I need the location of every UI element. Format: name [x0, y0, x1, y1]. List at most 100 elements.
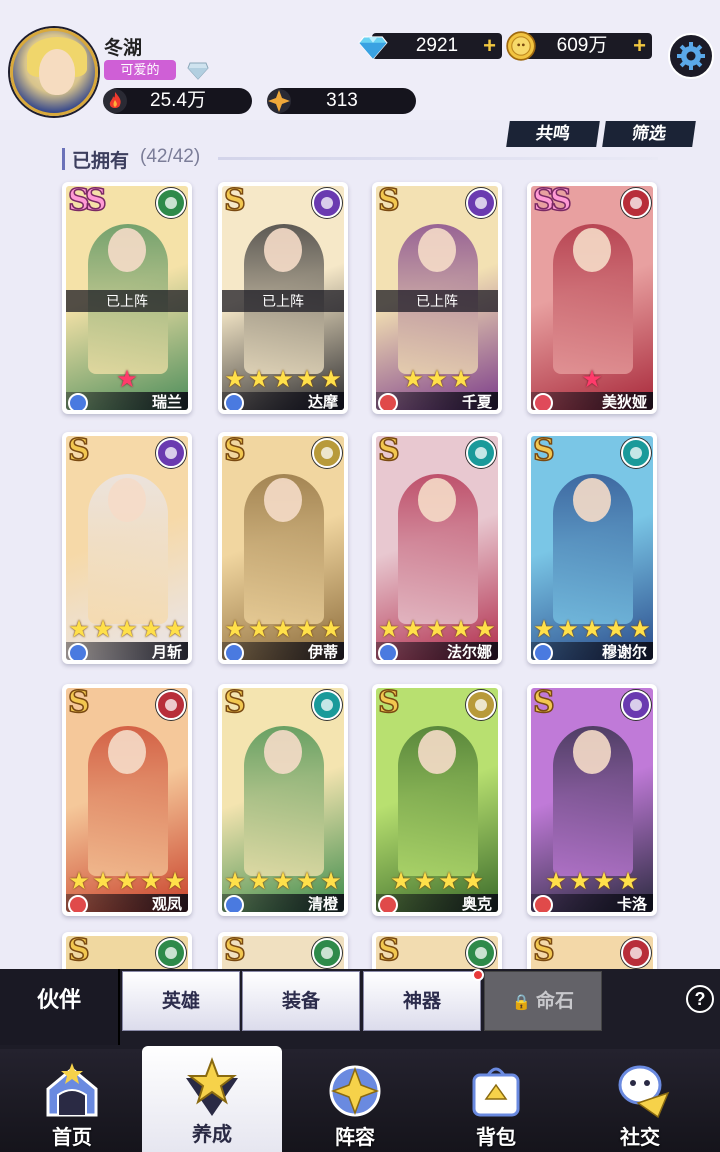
- tab-heroes[interactable]: 英雄: [122, 971, 240, 1031]
- owned-count: (42/42): [140, 146, 201, 167]
- star-rating: ★ ★ ★ ★ ★: [222, 368, 344, 392]
- hero-name: 卡洛: [616, 896, 647, 912]
- star-icon: ★: [224, 868, 246, 895]
- star-icon: ★: [593, 868, 615, 895]
- hero-card[interactable]: S ★ ★ ★ ★ 奥克: [372, 684, 502, 916]
- hero-card[interactable]: S ★ ★ ★ ★ ★ 观凤: [62, 684, 192, 916]
- hero-name-bar: 千夏: [376, 392, 498, 410]
- hero-card[interactable]: S 已上阵 ★ ★ ★ ★ ★ 达摩: [218, 182, 348, 414]
- lock-icon: 🔒: [512, 994, 531, 1011]
- star-icon: ★: [140, 868, 162, 895]
- class-icon: [68, 643, 88, 660]
- hero-portrait: SS 已上阵 ★ 瑞兰: [66, 186, 188, 410]
- star-rating: ★ ★ ★ ★: [531, 870, 653, 894]
- hero-name-bar: 法尔娜: [376, 642, 498, 660]
- hero-name: 美狄娅: [601, 394, 647, 410]
- star-icon: ★: [426, 366, 448, 393]
- hero-card[interactable]: S: [527, 932, 657, 970]
- tab-artifact[interactable]: 神器: [363, 969, 484, 1031]
- social-icon: [618, 1065, 670, 1119]
- class-icon: [533, 895, 553, 912]
- rarity-badge: S: [377, 436, 400, 468]
- hero-name-bar: 瑞兰: [66, 392, 188, 410]
- tab-artifact-label: 神器: [402, 991, 441, 1012]
- hero-card[interactable]: S ★ ★ ★ ★ ★ 法尔娜: [372, 432, 502, 664]
- hero-card[interactable]: S: [372, 932, 502, 970]
- rarity-badge: S: [67, 688, 90, 720]
- hero-card[interactable]: SS 已上阵 ★ 瑞兰: [62, 182, 192, 414]
- hero-name: 伊蒂: [307, 644, 338, 660]
- help-button[interactable]: ?: [686, 985, 714, 1013]
- class-icon: [533, 393, 553, 410]
- hero-portrait: S ★ ★ ★ ★ ★ 清橙: [222, 688, 344, 912]
- star-icon: ★: [450, 366, 472, 393]
- formation-icon: [329, 1065, 381, 1117]
- filter-button[interactable]: 筛选: [602, 121, 696, 147]
- star-icon: ★: [272, 366, 294, 393]
- hero-card[interactable]: S ★ ★ ★ ★ ★ 伊蒂: [218, 432, 348, 664]
- nav-cultivate[interactable]: 养成: [142, 1046, 282, 1152]
- owned-accent-bar: [62, 148, 65, 170]
- owned-divider: [218, 157, 658, 160]
- nav-formation[interactable]: 阵容: [285, 1049, 425, 1152]
- tab-fate-stone[interactable]: 🔒 命石: [484, 971, 602, 1031]
- rarity-badge: S: [223, 688, 246, 720]
- star-icon: ★: [164, 868, 186, 895]
- tab-equipment[interactable]: 装备: [242, 971, 360, 1031]
- star-icon: ★: [390, 868, 412, 895]
- hero-name-bar: 达摩: [222, 392, 344, 410]
- star-icon: ★: [402, 366, 424, 393]
- cultivate-icon: [186, 1057, 238, 1116]
- nature-faction-icon: [466, 938, 496, 968]
- hero-head: [418, 478, 456, 522]
- class-icon: [533, 643, 553, 660]
- hero-name: 瑞兰: [151, 394, 182, 410]
- nav-home[interactable]: 首页: [2, 1049, 142, 1152]
- star-icon: ★: [320, 868, 342, 895]
- nature-faction-icon: [156, 938, 186, 968]
- rarity-badge: S: [532, 436, 555, 468]
- water-faction-icon: [312, 690, 342, 720]
- star-icon: ★: [68, 868, 90, 895]
- star-icon: ★: [248, 616, 270, 643]
- star-rating: ★ ★ ★ ★ ★: [66, 618, 188, 642]
- star-icon: ★: [557, 616, 579, 643]
- hero-portrait: S: [376, 936, 498, 970]
- hero-name: 清橙: [307, 896, 338, 912]
- hero-card[interactable]: S ★ ★ ★ ★ ★ 月斩: [62, 432, 192, 664]
- class-icon: [68, 895, 88, 912]
- hero-portrait: S: [66, 936, 188, 970]
- hero-card[interactable]: S: [62, 932, 192, 970]
- hero-card[interactable]: S 已上阵 ★ ★ ★ 千夏: [372, 182, 502, 414]
- hero-card[interactable]: S ★ ★ ★ ★ ★ 穆谢尔: [527, 432, 657, 664]
- nav-bag[interactable]: 背包: [426, 1049, 566, 1152]
- hero-name: 观凤: [151, 896, 182, 912]
- hero-portrait: S: [531, 936, 653, 970]
- hero-portrait: S ★ ★ ★ ★ ★ 观凤: [66, 688, 188, 912]
- resonate-button[interactable]: 共鸣: [506, 121, 600, 147]
- bottom-navigation: 首页 养成 阵容 背包 社交: [0, 1046, 720, 1152]
- hero-portrait: SS ★ 美狄娅: [531, 186, 653, 410]
- nav-cultivate-label: 养成: [192, 1124, 232, 1146]
- nav-social[interactable]: 社交: [570, 1049, 710, 1152]
- hero-card[interactable]: S ★ ★ ★ ★ ★ 清橙: [218, 684, 348, 916]
- moon-faction-icon: [156, 438, 186, 468]
- star-icon: ★: [68, 616, 90, 643]
- hero-name-bar: 观凤: [66, 894, 188, 912]
- hero-card[interactable]: S ★ ★ ★ ★ 卡洛: [527, 684, 657, 916]
- hero-name-bar: 伊蒂: [222, 642, 344, 660]
- water-faction-icon: [621, 438, 651, 468]
- rarity-badge: S: [532, 936, 555, 968]
- star-icon: ★: [224, 366, 246, 393]
- star-icon: ★: [248, 366, 270, 393]
- hero-card[interactable]: S: [218, 932, 348, 970]
- rarity-badge: SS: [532, 186, 572, 218]
- hero-card[interactable]: SS ★ 美狄娅: [527, 182, 657, 414]
- star-icon: ★: [617, 868, 639, 895]
- tab-partners[interactable]: 伙伴: [0, 969, 120, 1045]
- hero-portrait: S: [222, 936, 344, 970]
- class-icon: [378, 895, 398, 912]
- nav-formation-label: 阵容: [335, 1127, 375, 1149]
- star-icon: ★: [545, 868, 567, 895]
- hero-portrait: S 已上阵 ★ ★ ★ 千夏: [376, 186, 498, 410]
